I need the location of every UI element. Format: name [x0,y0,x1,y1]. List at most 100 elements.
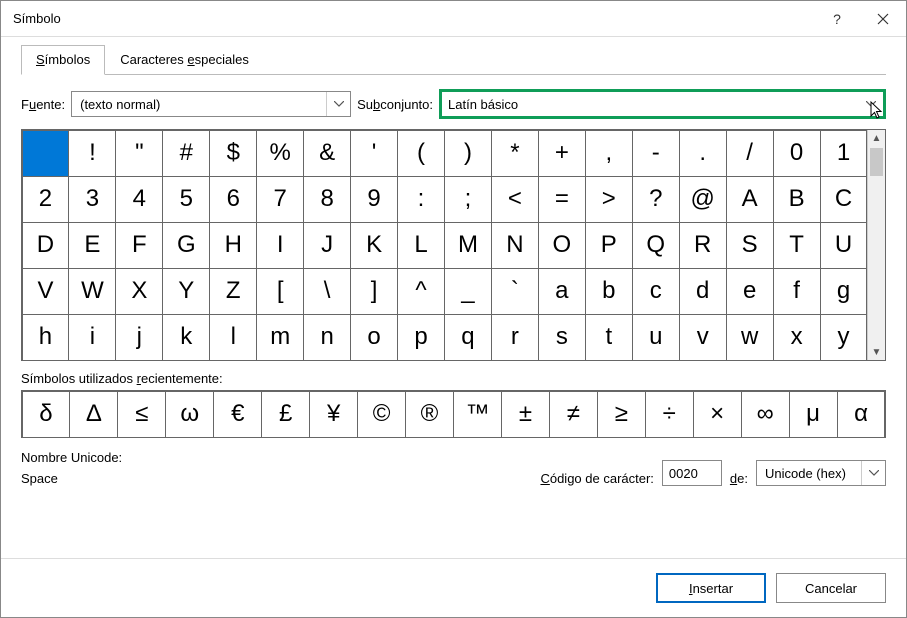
symbol-cell[interactable]: ! [68,130,116,177]
symbol-cell[interactable]: t [585,314,633,361]
symbol-cell[interactable]: " [115,130,163,177]
symbol-cell[interactable]: I [256,222,304,269]
recent-symbol-cell[interactable]: ± [501,391,550,438]
recent-symbol-cell[interactable]: ¥ [309,391,358,438]
symbol-cell[interactable]: & [303,130,351,177]
symbol-cell[interactable]: ` [491,268,539,315]
recent-symbol-cell[interactable]: ™ [453,391,502,438]
symbol-cell[interactable]: 1 [820,130,868,177]
symbol-cell[interactable]: y [820,314,868,361]
symbol-cell[interactable]: b [585,268,633,315]
recent-symbol-cell[interactable]: α [837,391,886,438]
recent-symbol-cell[interactable]: ∞ [741,391,790,438]
symbol-cell[interactable]: ^ [397,268,445,315]
tab-special-chars[interactable]: Caracteres especiales [105,45,264,74]
symbol-cell[interactable]: d [679,268,727,315]
recent-symbol-cell[interactable]: × [693,391,742,438]
symbol-cell[interactable]: w [726,314,774,361]
symbol-cell[interactable]: G [162,222,210,269]
symbol-cell[interactable]: i [68,314,116,361]
symbol-cell[interactable]: J [303,222,351,269]
symbol-cell[interactable]: F [115,222,163,269]
recent-symbol-cell[interactable]: ® [405,391,454,438]
symbol-cell[interactable]: 0 [773,130,821,177]
symbol-cell[interactable]: X [115,268,163,315]
recent-symbol-cell[interactable]: © [357,391,406,438]
scroll-up-icon[interactable]: ▲ [868,130,885,146]
symbol-cell[interactable]: < [491,176,539,223]
symbol-cell[interactable]: A [726,176,774,223]
symbol-cell[interactable]: E [68,222,116,269]
symbol-cell[interactable]: 3 [68,176,116,223]
recent-symbol-cell[interactable]: ≥ [597,391,646,438]
symbol-cell[interactable]: ( [397,130,445,177]
symbol-cell[interactable]: 7 [256,176,304,223]
symbol-cell[interactable]: K [350,222,398,269]
symbol-cell[interactable]: v [679,314,727,361]
symbol-cell[interactable]: R [679,222,727,269]
symbol-cell[interactable]: j [115,314,163,361]
symbol-cell[interactable]: 5 [162,176,210,223]
recent-symbol-cell[interactable]: ≤ [117,391,166,438]
symbol-cell[interactable]: @ [679,176,727,223]
symbol-cell[interactable]: B [773,176,821,223]
symbol-cell[interactable]: N [491,222,539,269]
symbol-cell[interactable]: > [585,176,633,223]
from-select[interactable]: Unicode (hex) [756,460,886,486]
symbol-cell[interactable]: u [632,314,680,361]
symbol-cell[interactable]: $ [209,130,257,177]
symbol-cell[interactable]: ' [350,130,398,177]
recent-symbol-cell[interactable]: £ [261,391,310,438]
symbol-cell[interactable]: h [22,314,70,361]
symbol-cell[interactable]: 8 [303,176,351,223]
symbol-cell[interactable]: ] [350,268,398,315]
recent-symbol-cell[interactable]: ÷ [645,391,694,438]
recent-symbol-cell[interactable]: Δ [69,391,118,438]
scroll-thumb[interactable] [870,148,883,176]
symbol-cell[interactable]: p [397,314,445,361]
subset-select[interactable]: Latín básico [439,89,886,119]
symbol-cell[interactable]: 9 [350,176,398,223]
symbol-cell[interactable]: P [585,222,633,269]
symbol-cell[interactable]: ? [632,176,680,223]
symbol-cell[interactable]: r [491,314,539,361]
symbol-cell[interactable]: Z [209,268,257,315]
symbol-cell[interactable]: : [397,176,445,223]
close-button[interactable] [860,1,906,37]
symbol-cell[interactable]: D [22,222,70,269]
char-code-input[interactable] [662,460,722,486]
symbol-cell[interactable]: 6 [209,176,257,223]
symbol-cell[interactable]: k [162,314,210,361]
symbol-cell[interactable]: , [585,130,633,177]
recent-symbol-cell[interactable]: ≠ [549,391,598,438]
symbol-cell[interactable]: S [726,222,774,269]
symbol-cell[interactable]: ) [444,130,492,177]
symbol-cell[interactable]: s [538,314,586,361]
symbol-cell[interactable]: % [256,130,304,177]
symbol-cell[interactable]: T [773,222,821,269]
recent-symbol-cell[interactable]: μ [789,391,838,438]
symbol-cell[interactable]: 2 [22,176,70,223]
font-select[interactable]: (texto normal) [71,91,351,117]
symbol-cell[interactable]: l [209,314,257,361]
symbol-cell[interactable]: _ [444,268,492,315]
symbol-cell[interactable] [22,130,70,177]
symbol-cell[interactable]: e [726,268,774,315]
symbol-cell[interactable]: 4 [115,176,163,223]
grid-scrollbar[interactable]: ▲ ▼ [867,130,885,360]
symbol-cell[interactable]: V [22,268,70,315]
symbol-cell[interactable]: Y [162,268,210,315]
symbol-cell[interactable]: L [397,222,445,269]
symbol-cell[interactable]: H [209,222,257,269]
symbol-cell[interactable]: M [444,222,492,269]
symbol-cell[interactable]: U [820,222,868,269]
symbol-cell[interactable]: o [350,314,398,361]
symbol-cell[interactable]: * [491,130,539,177]
symbol-cell[interactable]: W [68,268,116,315]
symbol-cell[interactable]: ; [444,176,492,223]
symbol-cell[interactable]: C [820,176,868,223]
insert-button[interactable]: Insertar [656,573,766,603]
tab-symbols[interactable]: Símbolos [21,45,105,75]
symbol-cell[interactable]: \ [303,268,351,315]
symbol-cell[interactable]: m [256,314,304,361]
